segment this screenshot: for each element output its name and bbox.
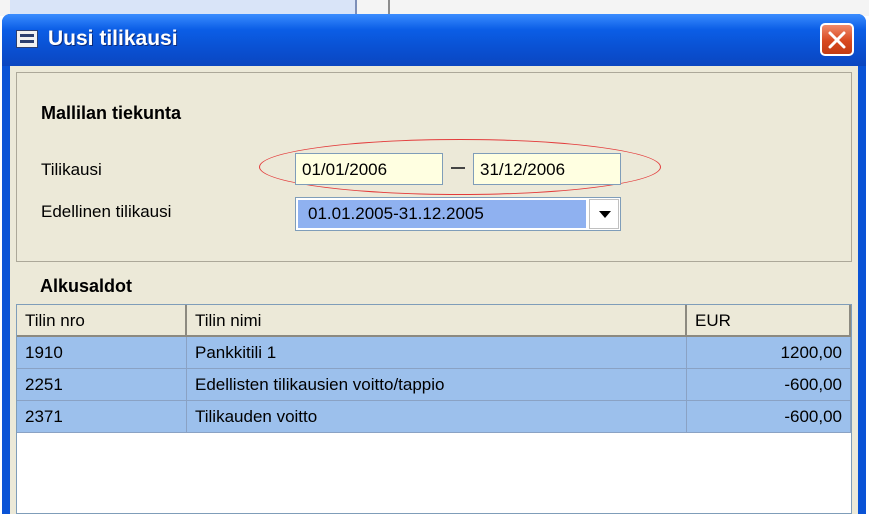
amount-cell[interactable]: -600,00 [687, 401, 851, 433]
opening-balances-table[interactable]: Tilin nro Tilin nimi EUR 1910 Pankkitili… [16, 304, 852, 514]
account-number-cell[interactable]: 2371 [17, 401, 187, 433]
table-header: Tilin nro Tilin nimi EUR [17, 305, 851, 337]
account-number-cell[interactable]: 2251 [17, 369, 187, 401]
close-button[interactable] [820, 23, 854, 56]
account-name-cell[interactable]: Edellisten tilikausien voitto/tappio [187, 369, 687, 401]
dialog-content: Mallilan tiekunta Tilikausi 01/01/2006 3… [10, 66, 858, 514]
table-row[interactable]: 2371 Tilikauden voitto -600,00 [17, 401, 851, 433]
account-name-cell[interactable]: Tilikauden voitto [187, 401, 687, 433]
table-row[interactable]: 2251 Edellisten tilikausien voitto/tappi… [17, 369, 851, 401]
close-icon [828, 31, 846, 49]
amount-cell[interactable]: 1200,00 [687, 337, 851, 369]
column-header-eur[interactable]: EUR [687, 305, 851, 337]
background-window-header [10, 0, 355, 15]
previous-period-value[interactable]: 01.01.2005-31.12.2005 [298, 200, 586, 228]
period-end-input[interactable]: 31/12/2006 [473, 153, 621, 185]
previous-period-select[interactable]: 01.01.2005-31.12.2005 [295, 197, 621, 231]
dropdown-button[interactable] [589, 199, 619, 229]
account-number-cell[interactable]: 1910 [17, 337, 187, 369]
period-settings-panel: Mallilan tiekunta Tilikausi 01/01/2006 3… [16, 72, 852, 262]
column-header-account-number[interactable]: Tilin nro [17, 305, 187, 337]
window-menu-icon[interactable] [16, 30, 38, 48]
chevron-down-icon [599, 211, 611, 218]
amount-cell[interactable]: -600,00 [687, 369, 851, 401]
account-name-cell[interactable]: Pankkitili 1 [187, 337, 687, 369]
column-header-account-name[interactable]: Tilin nimi [187, 305, 687, 337]
window-title: Uusi tilikausi [48, 27, 178, 50]
opening-balances-title: Alkusaldot [40, 276, 133, 296]
period-label: Tilikausi [41, 160, 102, 179]
new-fiscal-period-dialog: Uusi tilikausi Mallilan tiekunta Tilikau… [2, 14, 866, 514]
date-range-dash [451, 167, 465, 169]
period-start-input[interactable]: 01/01/2006 [295, 153, 443, 185]
previous-period-label: Edellinen tilikausi [41, 202, 172, 221]
title-bar[interactable]: Uusi tilikausi [2, 14, 866, 66]
company-name: Mallilan tiekunta [41, 103, 182, 123]
table-row[interactable]: 1910 Pankkitili 1 1200,00 [17, 337, 851, 369]
